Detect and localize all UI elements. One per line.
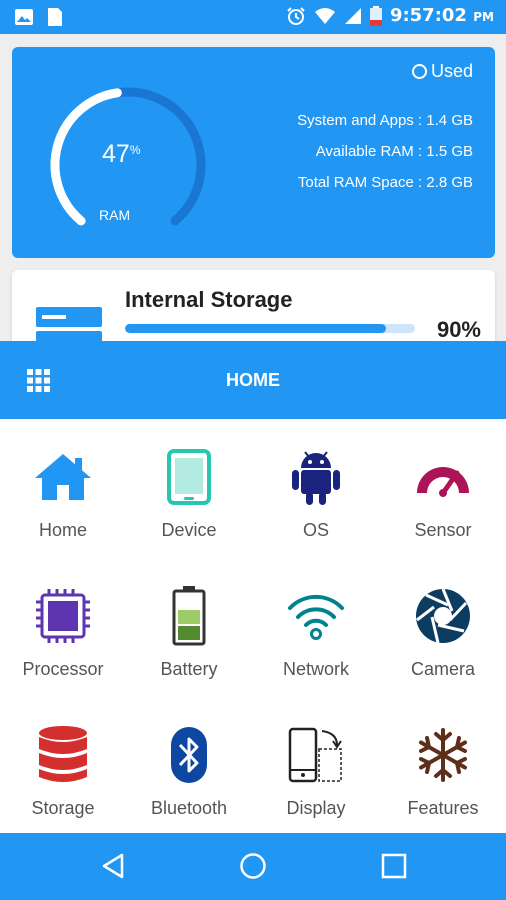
database-icon (39, 726, 87, 782)
feature-menu-grid: Home Device OS Sensor Processor Battery … (0, 419, 506, 833)
menu-item-features[interactable]: Features (380, 697, 506, 835)
menu-item-label: Storage (31, 798, 95, 818)
menu-item-bluetooth[interactable]: Bluetooth (126, 697, 252, 835)
menu-item-label: Features (407, 798, 479, 818)
menu-item-label: Processor (22, 659, 104, 679)
menu-item-processor[interactable]: Processor (0, 558, 126, 696)
storage-progress-bar (125, 324, 415, 333)
menu-item-storage[interactable]: Storage (0, 697, 126, 835)
back-icon[interactable] (100, 852, 128, 880)
menu-item-label: Bluetooth (150, 798, 228, 818)
menu-item-label: Device (161, 520, 217, 540)
cpu-icon (36, 589, 90, 643)
menu-item-label: OS (302, 520, 329, 540)
storage-progress-fill (125, 324, 386, 333)
battery-icon (172, 586, 206, 646)
snowflake-icon (419, 728, 467, 782)
menu-item-label: Battery (160, 659, 218, 679)
storage-percent: 90% (436, 317, 481, 342)
menu-item-label: Display (286, 798, 346, 818)
toolbar-title: HOME (226, 370, 280, 390)
used-legend-dot-icon (411, 64, 427, 79)
menu-item-label: Camera (410, 659, 476, 679)
display-rotate-icon (288, 727, 342, 783)
menu-item-os[interactable]: OS (253, 419, 379, 557)
android-icon (292, 451, 340, 505)
document-icon (48, 8, 62, 26)
menu-item-display[interactable]: Display (253, 697, 379, 835)
menu-item-camera[interactable]: Camera (380, 558, 506, 696)
bluetooth-icon (171, 727, 207, 783)
menu-item-network[interactable]: Network (253, 558, 379, 696)
menu-item-battery[interactable]: Battery (126, 558, 252, 696)
ram-label: RAM (99, 207, 131, 223)
status-time: 9:57:02 PM (389, 5, 494, 26)
signal-icon (344, 7, 361, 24)
ram-details: System and Apps : 1.4 GB Available RAM :… (297, 105, 473, 198)
menu-item-home[interactable]: Home (0, 419, 126, 557)
aperture-icon (416, 588, 470, 644)
home-toolbar: HOME (0, 341, 506, 419)
total-ram: Total RAM Space : 2.8 GB (297, 174, 473, 191)
menu-item-label: Sensor (414, 520, 472, 540)
wifi-icon (288, 594, 344, 640)
alarm-icon (287, 6, 305, 25)
battery-charging-icon (369, 5, 382, 26)
system-navigation-bar (0, 833, 506, 900)
menu-item-device[interactable]: Device (126, 419, 252, 557)
image-icon (15, 9, 33, 25)
menu-item-label: Home (38, 520, 87, 540)
menu-item-sensor[interactable]: Sensor (380, 419, 506, 557)
storage-title: Internal Storage (125, 287, 293, 312)
ram-card[interactable]: 47% RAM Used System and Apps : 1.4 GB Av… (12, 47, 495, 258)
available-ram: Available RAM : 1.5 GB (315, 143, 473, 160)
ram-percent: 47% (102, 140, 141, 168)
menu-item-label: Network (282, 659, 349, 679)
gauge-icon (417, 467, 469, 497)
recents-icon[interactable] (380, 852, 408, 880)
used-legend-label: Used (430, 61, 473, 81)
tablet-icon (167, 449, 211, 505)
home-circle-icon[interactable] (239, 852, 267, 880)
wifi-icon (314, 7, 335, 24)
system-apps-ram: System and Apps : 1.4 GB (297, 112, 473, 129)
status-bar: 9:57:02 PM (0, 0, 506, 34)
home-icon (35, 454, 91, 500)
used-legend: Used (411, 61, 473, 82)
